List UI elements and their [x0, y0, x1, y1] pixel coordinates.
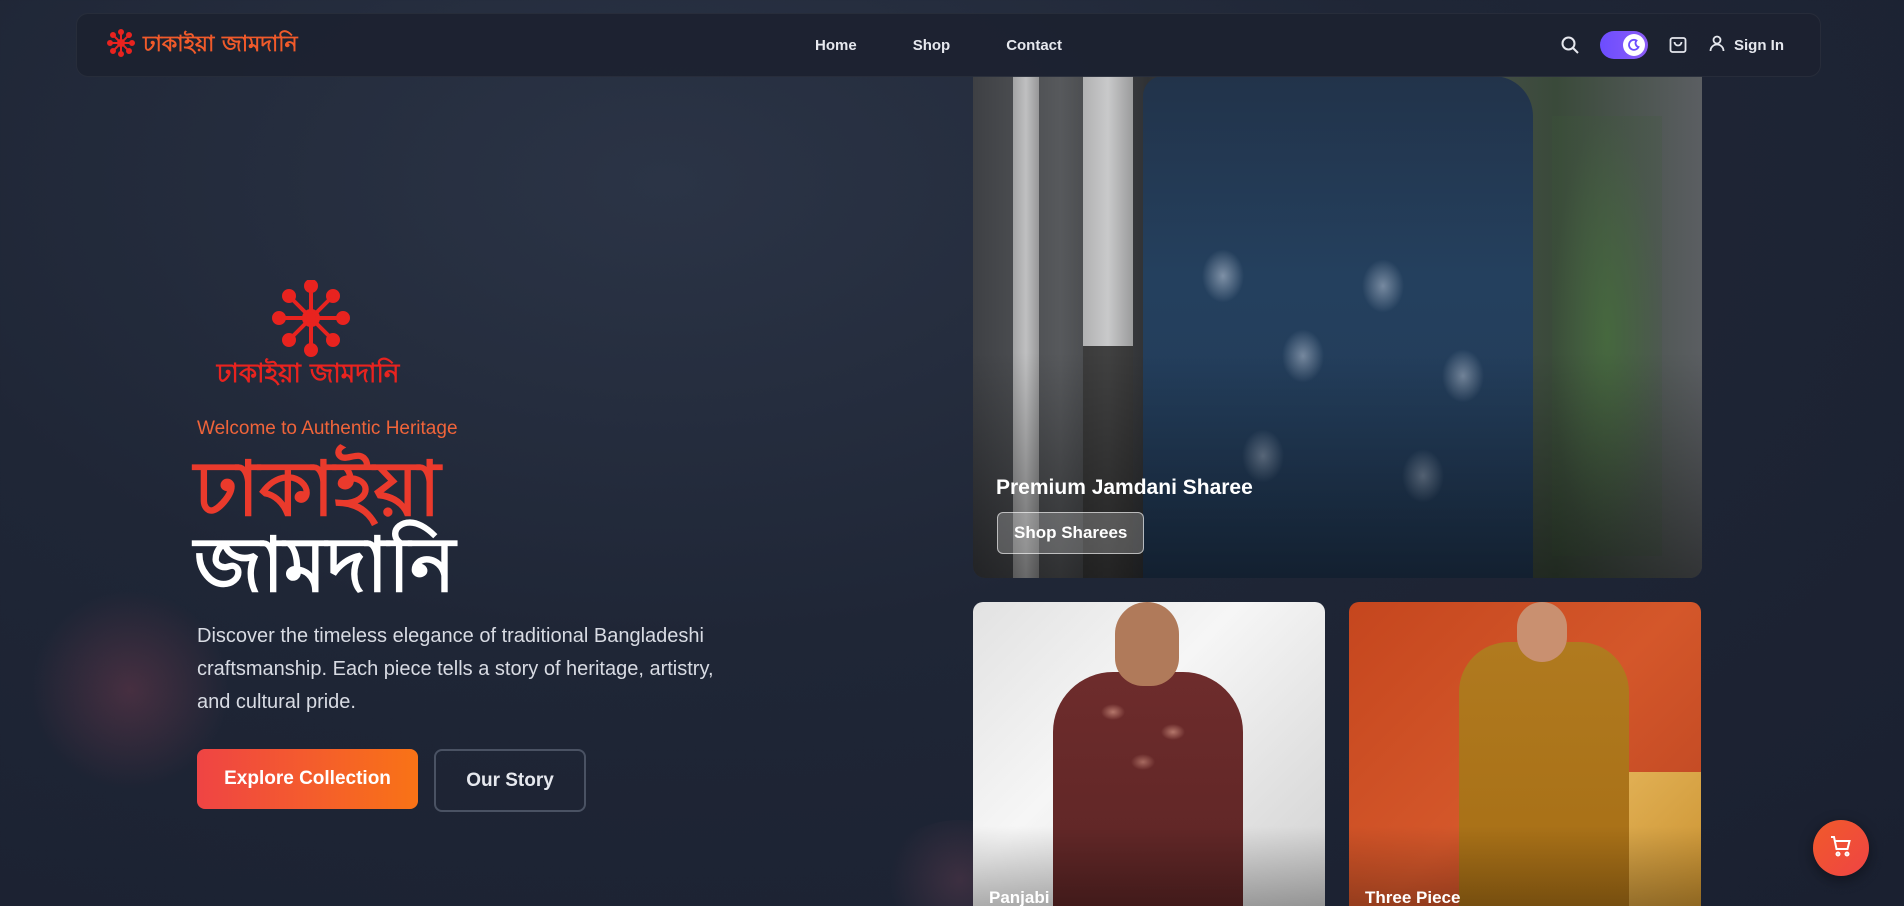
- nav-home[interactable]: Home: [815, 37, 857, 54]
- sign-in-label: Sign In: [1734, 36, 1784, 54]
- hero-title-line-2: জামদানি: [194, 520, 456, 609]
- brand[interactable]: ঢাকাইয়া জামদানি: [107, 27, 298, 64]
- cart-icon: [1829, 834, 1853, 863]
- shopping-bag-icon[interactable]: [1666, 33, 1690, 57]
- navbar: ঢাকাইয়া জামদানি Home Shop Contact Sign …: [76, 13, 1821, 77]
- card-overlay: [973, 76, 1702, 578]
- card-overlay: [973, 602, 1325, 906]
- our-story-button[interactable]: Our Story: [434, 749, 586, 812]
- search-icon[interactable]: [1558, 33, 1582, 57]
- card-three-piece[interactable]: Three Piece: [1349, 602, 1701, 906]
- hero-logo: ঢাকাইয়া জামদানি: [208, 279, 408, 390]
- user-icon: [1708, 34, 1726, 57]
- card-label: Three Piece: [1365, 888, 1461, 906]
- card-overlay: [1349, 602, 1701, 906]
- card-title: Premium Jamdani Sharee: [996, 476, 1253, 499]
- nav-shop[interactable]: Shop: [913, 37, 951, 54]
- brand-logo-icon: [107, 28, 135, 62]
- card-panjabi[interactable]: Panjabi: [973, 602, 1325, 906]
- theme-toggle[interactable]: [1600, 31, 1648, 59]
- nav-contact[interactable]: Contact: [1006, 37, 1062, 54]
- hero-title-line-1: ঢাকাইয়া: [194, 444, 441, 533]
- moon-icon: [1623, 34, 1645, 56]
- brand-name: ঢাকাইয়া জামদানি: [143, 31, 298, 57]
- hero-description: Discover the timeless elegance of tradit…: [197, 625, 714, 713]
- sign-in-link[interactable]: Sign In: [1708, 34, 1784, 57]
- shop-sharees-button[interactable]: Shop Sharees: [997, 512, 1145, 554]
- nav-actions: Sign In: [1558, 31, 1784, 59]
- welcome-text: Welcome to Authentic Heritage: [197, 418, 458, 439]
- floating-cart-button[interactable]: [1813, 820, 1869, 876]
- card-premium-jamdani-sharee[interactable]: Premium Jamdani Sharee Shop Sharees: [973, 76, 1702, 578]
- card-label: Panjabi: [989, 888, 1050, 906]
- main-nav: Home Shop Contact: [815, 37, 1062, 54]
- explore-collection-button[interactable]: Explore Collection: [197, 749, 418, 809]
- hero-logo-text: ঢাকাইয়া জামদানি: [216, 357, 401, 389]
